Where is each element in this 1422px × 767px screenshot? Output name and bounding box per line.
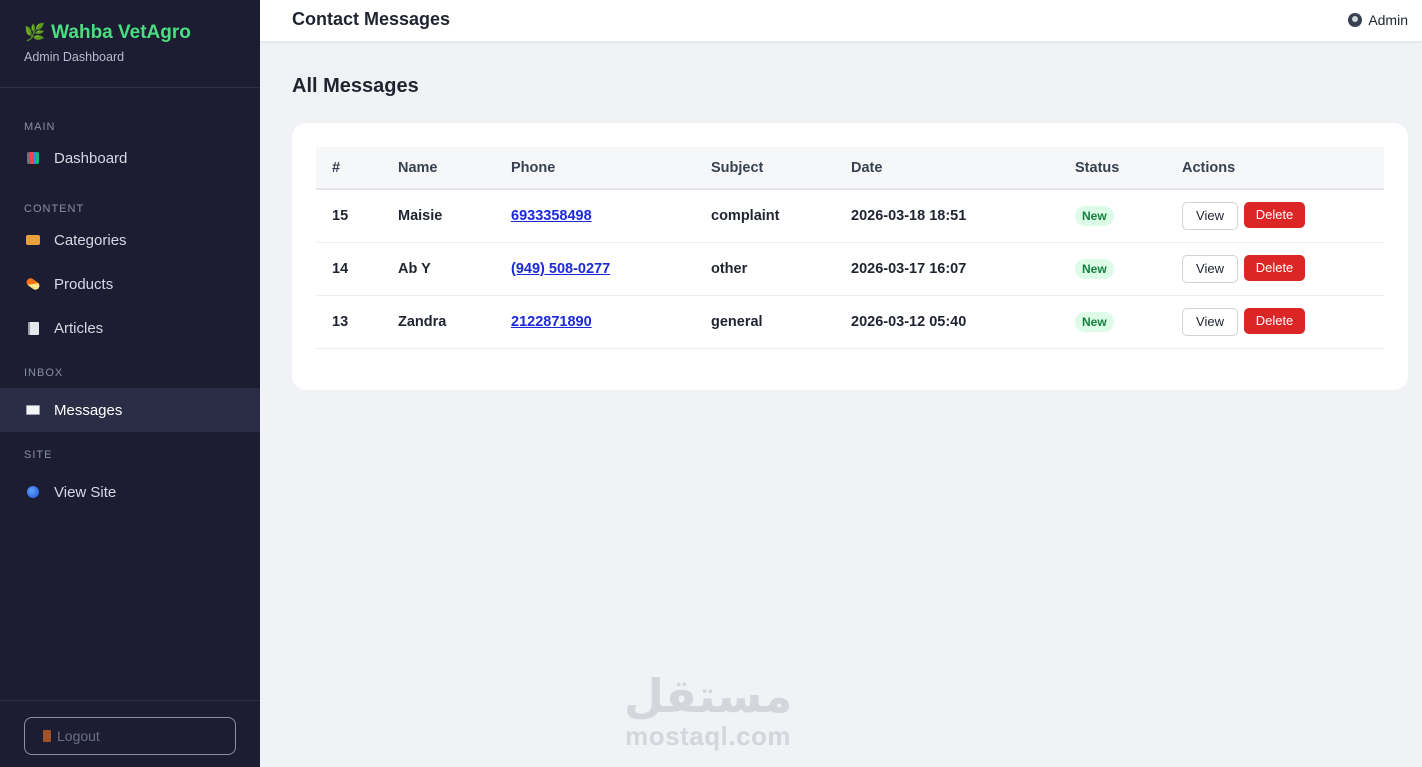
watermark-arabic: مستقل	[624, 669, 793, 723]
sidebar-item-view-site[interactable]: View Site	[0, 470, 260, 514]
nav-section-main: MAIN	[24, 121, 56, 133]
sidebar-item-label: Messages	[54, 401, 123, 419]
column-header-name: Name	[398, 159, 438, 176]
cell-status: New	[1059, 295, 1166, 348]
chart-icon	[26, 151, 40, 165]
logout-label: Logout	[57, 728, 100, 744]
column-header-status: Status	[1075, 159, 1120, 176]
status-badge: New	[1075, 205, 1114, 226]
sidebar: 🌿 Wahba VetAgro Admin Dashboard MAIN Das…	[0, 0, 260, 767]
delete-button[interactable]: Delete	[1244, 201, 1305, 228]
globe-icon	[26, 485, 40, 499]
cell-actions: View Delete	[1166, 189, 1384, 242]
sidebar-item-categories[interactable]: Categories	[0, 218, 260, 262]
memo-icon	[26, 321, 40, 335]
cell-name: Ab Y	[398, 260, 431, 277]
pill-icon	[24, 276, 42, 292]
messages-card: # Name Phone Subject Date Status Actions…	[292, 123, 1408, 390]
herb-icon: 🌿	[24, 23, 46, 42]
envelope-icon	[26, 403, 40, 417]
cell-subject: complaint	[711, 207, 780, 224]
cell-actions: View Delete	[1166, 242, 1384, 295]
phone-link[interactable]: (949) 508-0277	[511, 261, 610, 277]
brand-title[interactable]: 🌿 Wahba VetAgro	[24, 22, 236, 44]
sidebar-item-articles[interactable]: Articles	[0, 306, 260, 350]
cell-status: New	[1059, 189, 1166, 242]
cell-actions: View Delete	[1166, 295, 1384, 348]
watermark: مستقل mostaql.com	[624, 670, 792, 750]
door-icon	[43, 730, 51, 742]
cell-id: 15	[332, 207, 349, 224]
delete-button[interactable]: Delete	[1244, 254, 1305, 281]
phone-link[interactable]: 6933358498	[511, 208, 592, 224]
cell-id: 14	[332, 260, 349, 277]
folder-icon	[26, 233, 40, 247]
column-header-actions: Actions	[1182, 159, 1236, 176]
sidebar-item-label: Products	[54, 275, 114, 293]
table-header-row: # Name Phone Subject Date Status Actions	[316, 147, 1384, 189]
sidebar-item-label: View Site	[54, 483, 117, 501]
nav-section-site: SITE	[24, 449, 53, 461]
messages-table: # Name Phone Subject Date Status Actions…	[316, 147, 1384, 349]
brand: 🌿 Wahba VetAgro Admin Dashboard	[0, 0, 260, 88]
table-row: 14 Ab Y (949) 508-0277 other 2026-03-17 …	[316, 242, 1384, 295]
cell-status: New	[1059, 242, 1166, 295]
column-header-subject: Subject	[711, 159, 764, 176]
cell-date: 2026-03-12 05:40	[851, 313, 967, 330]
logout-button[interactable]: Logout	[24, 717, 236, 755]
cell-name: Zandra	[398, 313, 447, 330]
user-menu[interactable]: Admin	[1348, 12, 1408, 28]
nav-section-content: CONTENT	[24, 203, 85, 215]
view-button[interactable]: View	[1182, 307, 1238, 336]
nav-section-inbox: INBOX	[24, 367, 64, 379]
table-row: 15 Maisie 6933358498 complaint 2026-03-1…	[316, 189, 1384, 242]
cell-name: Maisie	[398, 207, 443, 224]
cell-phone: 2122871890	[495, 295, 695, 348]
brand-subtitle: Admin Dashboard	[24, 50, 125, 64]
cell-date: 2026-03-18 18:51	[851, 207, 967, 224]
status-badge: New	[1075, 258, 1114, 279]
delete-button[interactable]: Delete	[1244, 307, 1305, 334]
status-badge: New	[1075, 311, 1114, 332]
cell-phone: (949) 508-0277	[495, 242, 695, 295]
brand-name: Wahba VetAgro	[51, 22, 191, 43]
cell-subject: other	[711, 260, 748, 277]
column-header-date: Date	[851, 159, 883, 176]
sidebar-item-messages[interactable]: Messages	[0, 388, 260, 432]
user-label: Admin	[1368, 12, 1408, 28]
sidebar-footer: Logout	[0, 700, 260, 767]
cell-id: 13	[332, 313, 349, 330]
view-button[interactable]: View	[1182, 254, 1238, 283]
user-icon	[1348, 13, 1363, 27]
phone-link[interactable]: 2122871890	[511, 314, 592, 330]
sidebar-item-products[interactable]: Products	[0, 262, 260, 306]
sidebar-item-label: Categories	[54, 231, 127, 249]
table-row: 13 Zandra 2122871890 general 2026-03-12 …	[316, 295, 1384, 348]
sidebar-item-dashboard[interactable]: Dashboard	[0, 136, 260, 180]
cell-subject: general	[711, 313, 763, 330]
cell-date: 2026-03-17 16:07	[851, 260, 967, 277]
column-header-phone: Phone	[511, 159, 556, 176]
cell-phone: 6933358498	[495, 189, 695, 242]
page-title: Contact Messages	[292, 9, 451, 29]
watermark-latin: mostaql.com	[625, 721, 792, 751]
view-button[interactable]: View	[1182, 201, 1238, 230]
sidebar-item-label: Dashboard	[54, 149, 128, 167]
section-heading: All Messages	[292, 75, 419, 97]
column-header-id: #	[332, 159, 341, 176]
topbar: Contact Messages Admin	[260, 0, 1422, 42]
sidebar-item-label: Articles	[54, 319, 104, 337]
